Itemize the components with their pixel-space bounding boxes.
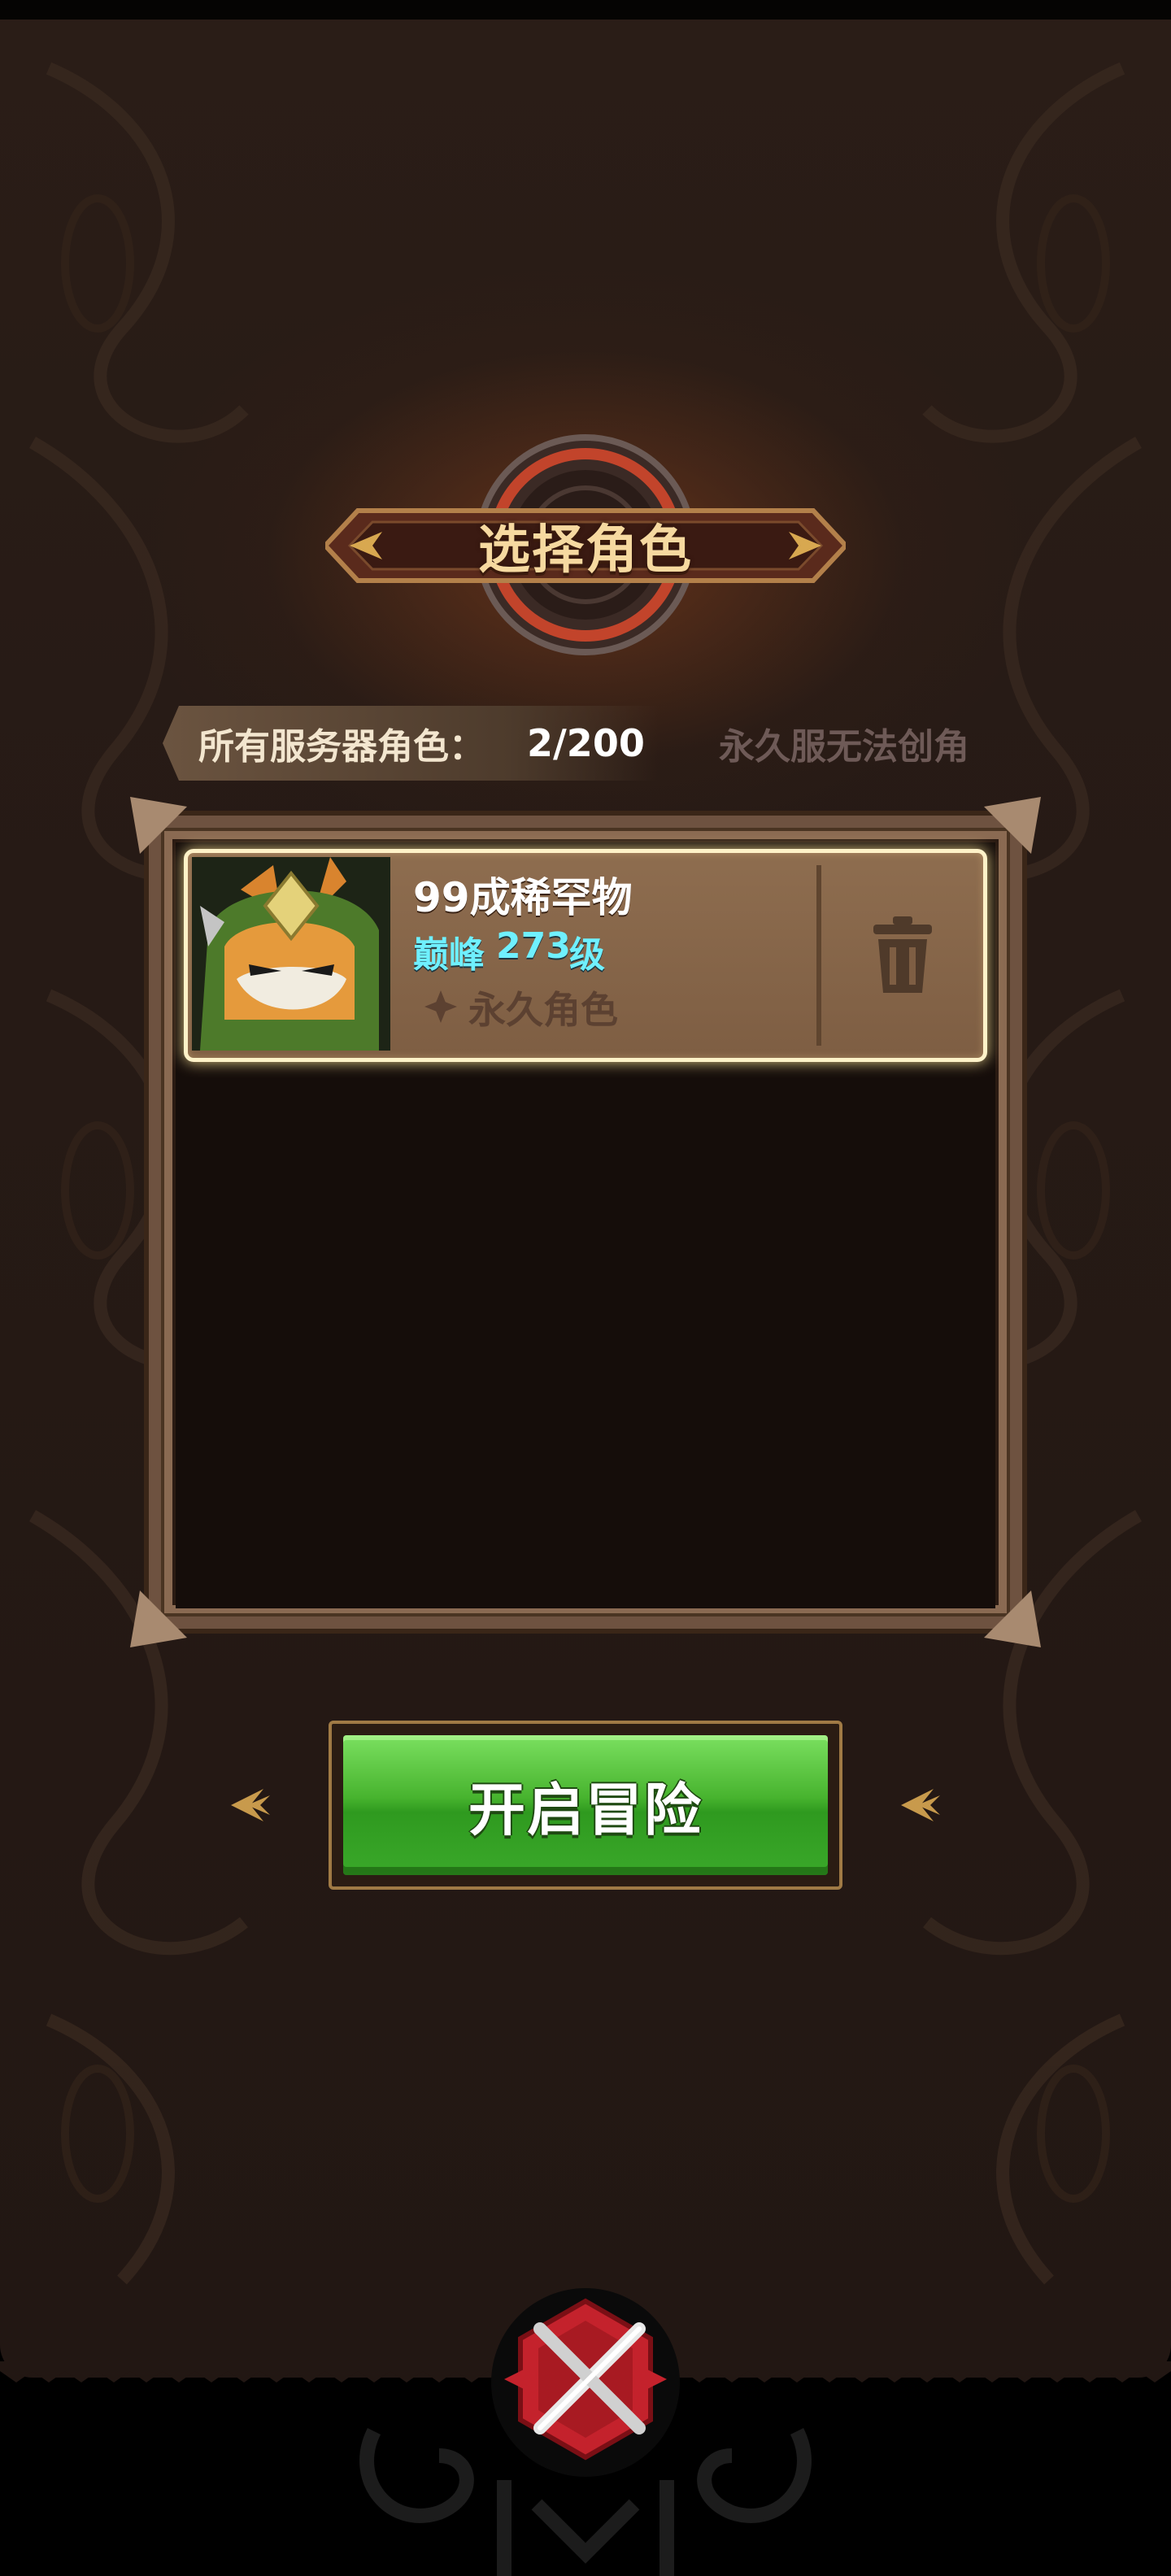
close-x-icon[interactable] [488,2285,683,2480]
page-title: 选择角色 [478,520,693,581]
server-count-label: 所有服务器角色： [198,726,485,768]
start-button-label: 开启冒险 [468,1776,703,1843]
left-arrow-ornament-icon [231,1789,270,1821]
character-name: 99成稀罕物 [413,874,633,921]
character-select-screen: 选择角色 所有服务器角色： 2/200 永久服无法创角 99成稀罕物 巅峰 27 [0,0,1171,2576]
server-count-value: 2/200 [527,721,645,765]
status-bar [0,0,1171,20]
character-level-prefix: 巅峰 [413,934,485,976]
card-divider [816,865,821,1046]
server-note: 永久服无法创角 [719,726,969,768]
right-arrow-ornament-icon [901,1789,940,1821]
trash-icon [873,916,932,993]
character-level-unit: 级 [569,934,605,976]
diamond-icon [424,990,457,1023]
start-button-face: 开启冒险 [343,1735,828,1875]
delete-character-button[interactable] [823,854,982,1057]
character-level: 273 [496,925,571,967]
character-avatar [192,857,390,1051]
character-tag: 永久角色 [468,988,618,1032]
start-adventure-button[interactable]: 开启冒险 [329,1721,842,1890]
fox-avatar-icon [192,857,390,1051]
